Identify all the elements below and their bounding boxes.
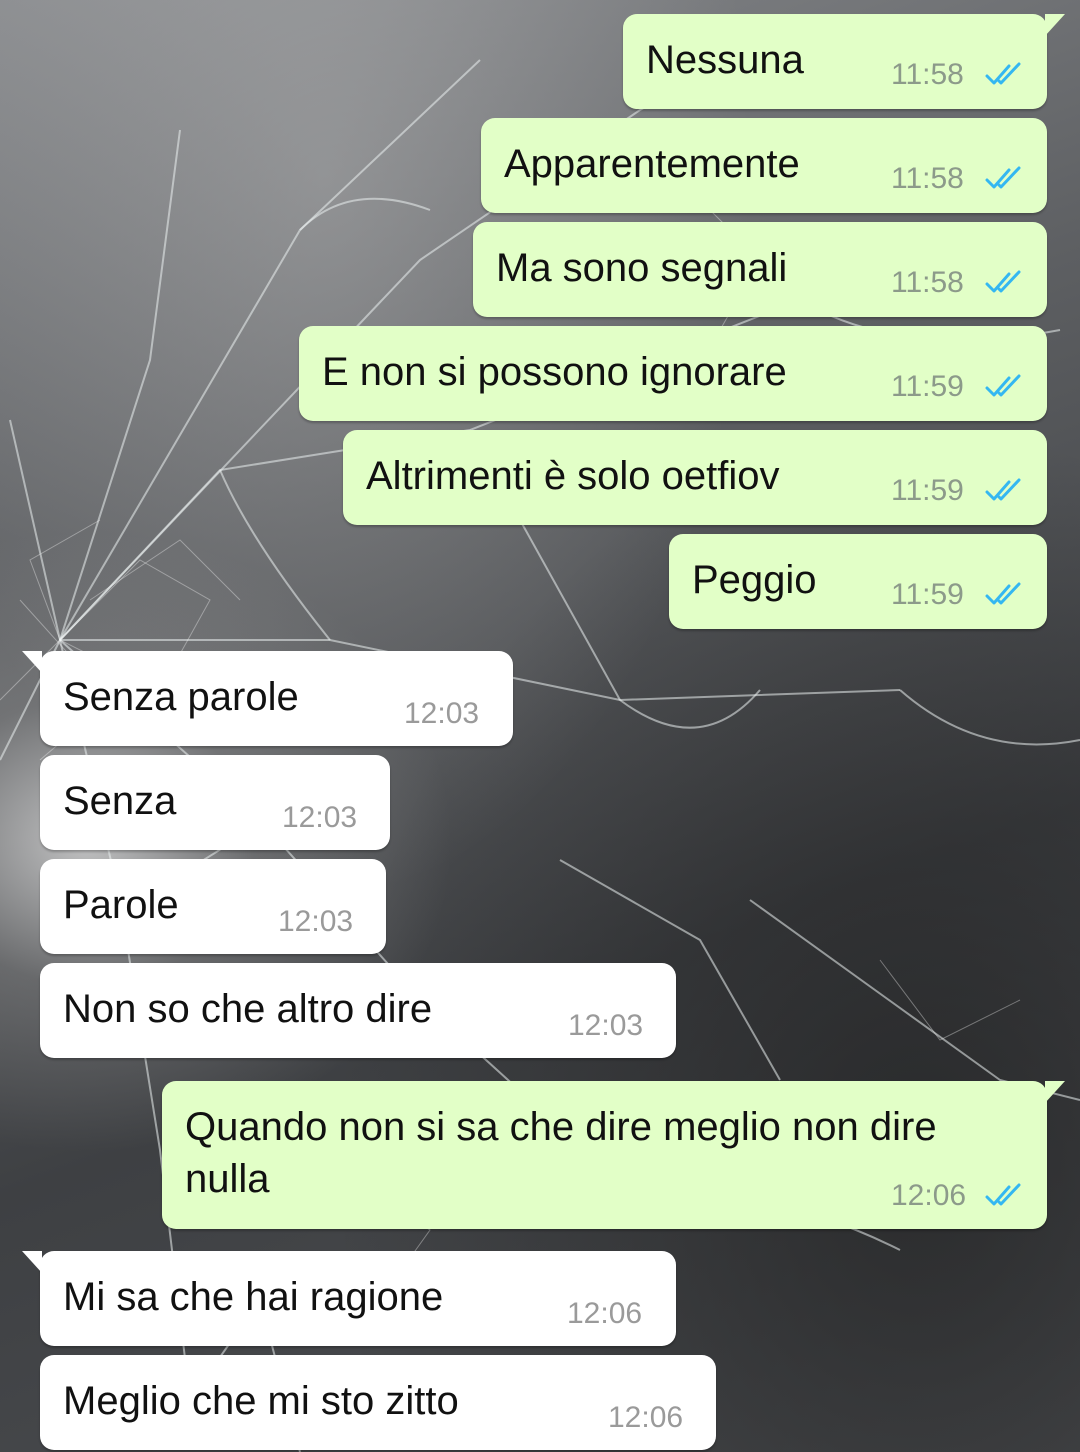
message-text: E non si possono ignorare: [322, 350, 787, 394]
message-text: Peggio: [692, 558, 817, 602]
outgoing-message[interactable]: Altrimenti è solo oetfiov 11:59: [343, 430, 1047, 525]
message-text: Mi sa che hai ragione: [63, 1275, 444, 1319]
incoming-message[interactable]: Mi sa che hai ragione 12:06: [22, 1251, 676, 1346]
incoming-message[interactable]: Senza parole 12:03: [22, 651, 513, 746]
message-text-line-1: Quando non si sa che dire meglio non dir…: [185, 1105, 937, 1149]
double-check-read-icon: [985, 478, 1021, 501]
message-text: Nessuna: [646, 38, 804, 82]
message-time: 12:06: [567, 1297, 643, 1330]
message-text: Senza parole: [63, 675, 299, 719]
incoming-message[interactable]: Parole 12:03: [40, 859, 386, 954]
outgoing-message[interactable]: Apparentemente 11:58: [481, 118, 1047, 213]
incoming-message[interactable]: Meglio che mi sto zitto 12:06: [40, 1355, 716, 1450]
double-check-read-icon: [985, 374, 1021, 397]
message-text: Parole: [63, 883, 179, 927]
incoming-message[interactable]: Senza 12:03: [40, 755, 390, 850]
outgoing-message[interactable]: Peggio 11:59: [669, 534, 1047, 629]
message-time: 12:03: [278, 905, 354, 938]
message-time: 11:59: [891, 370, 964, 403]
message-time: 11:58: [891, 58, 964, 91]
message-text: Altrimenti è solo oetfiov: [366, 454, 780, 498]
outgoing-message[interactable]: Nessuna 11:58: [623, 14, 1065, 109]
message-time: 11:58: [891, 162, 964, 195]
double-check-read-icon: [985, 62, 1021, 85]
double-check-read-icon: [985, 166, 1021, 189]
message-time: 11:59: [891, 578, 964, 611]
double-check-read-icon: [985, 582, 1021, 605]
outgoing-message[interactable]: Quando non si sa che dire meglio non dir…: [162, 1081, 1065, 1229]
message-time: 12:06: [891, 1179, 967, 1212]
double-check-read-icon: [985, 1183, 1021, 1206]
message-text-line-2: nulla: [185, 1157, 270, 1201]
message-text: Non so che altro dire: [63, 987, 433, 1031]
message-text: Senza: [63, 779, 177, 823]
message-time: 12:06: [608, 1401, 684, 1434]
outgoing-message[interactable]: Ma sono segnali 11:58: [473, 222, 1047, 317]
message-text: Ma sono segnali: [496, 246, 788, 290]
incoming-message[interactable]: Non so che altro dire 12:03: [40, 963, 676, 1058]
message-time: 12:03: [568, 1009, 644, 1042]
outgoing-message[interactable]: E non si possono ignorare 11:59: [299, 326, 1047, 421]
message-time: 11:59: [891, 474, 964, 507]
message-text: Apparentemente: [504, 142, 800, 186]
message-time: 11:58: [891, 266, 964, 299]
message-time: 12:03: [282, 801, 358, 834]
double-check-read-icon: [985, 270, 1021, 293]
message-text: Meglio che mi sto zitto: [63, 1379, 459, 1423]
message-time: 12:03: [404, 697, 480, 730]
